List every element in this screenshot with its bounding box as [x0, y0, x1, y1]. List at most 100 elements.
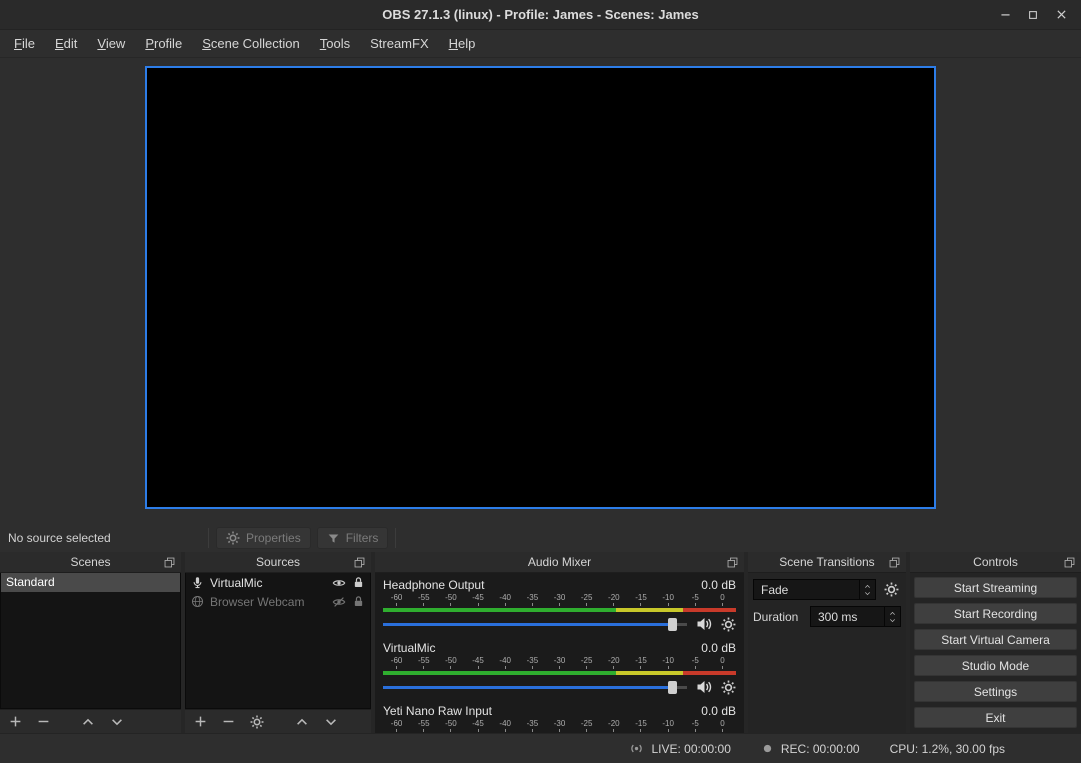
title-bar: OBS 27.1.3 (linux) - Profile: James - Sc…	[0, 0, 1081, 30]
transition-selected-value: Fade	[754, 580, 859, 599]
volume-slider-handle[interactable]	[668, 681, 677, 694]
duration-spinbox[interactable]: 300 ms	[810, 606, 901, 627]
menu-view[interactable]: View	[87, 30, 135, 57]
move-source-down-icon[interactable]	[324, 715, 338, 729]
close-button[interactable]	[1047, 0, 1075, 30]
toolbar-separator	[395, 528, 396, 548]
transition-settings-button[interactable]	[881, 582, 901, 597]
source-name: VirtualMic	[210, 576, 326, 590]
volume-slider[interactable]	[383, 680, 687, 695]
spinbox-arrows[interactable]	[884, 607, 900, 626]
meter-scale: -60-55-50-45-40-35-30-25-20-15-10-50	[383, 719, 736, 729]
meter-ticks	[383, 729, 736, 733]
gear-icon	[226, 531, 240, 545]
popout-icon[interactable]	[353, 556, 366, 569]
audio-mixer-panel: Audio Mixer Headphone Output 0.0 dB -60-…	[375, 552, 744, 733]
exit-button[interactable]: Exit	[914, 707, 1077, 728]
meter-scale: -60-55-50-45-40-35-30-25-20-15-10-50	[383, 656, 736, 666]
menu-file-label: File	[14, 36, 35, 51]
add-scene-icon[interactable]	[9, 715, 22, 728]
preview-canvas[interactable]	[145, 66, 936, 509]
chevron-up-icon	[888, 610, 897, 617]
chevron-down-icon	[888, 617, 897, 624]
menu-streamfx-label: StreamFX	[370, 36, 429, 51]
menu-scene-collection-label: Scene Collection	[202, 36, 300, 51]
menu-edit[interactable]: Edit	[45, 30, 87, 57]
menu-edit-label: Edit	[55, 36, 77, 51]
start-streaming-button[interactable]: Start Streaming	[914, 577, 1077, 598]
scenes-panel-title: Scenes	[70, 555, 110, 569]
sources-list: VirtualMic Browser Webcam	[185, 573, 371, 709]
add-source-icon[interactable]	[194, 715, 207, 728]
source-item-browser-webcam[interactable]: Browser Webcam	[186, 592, 370, 611]
menu-tools[interactable]: Tools	[310, 30, 360, 57]
mixer-channel-yeti-nano: Yeti Nano Raw Input 0.0 dB -60-55-50-45-…	[383, 699, 736, 733]
controls-panel: Controls Start Streaming Start Recording…	[910, 552, 1081, 733]
sources-panel: Sources VirtualMic Browser Webcam	[185, 552, 371, 733]
menu-file[interactable]: File	[4, 30, 45, 57]
status-bar: LIVE: 00:00:00 REC: 00:00:00 CPU: 1.2%, …	[0, 733, 1081, 763]
move-source-up-icon[interactable]	[295, 715, 309, 729]
sources-panel-title: Sources	[256, 555, 300, 569]
popout-icon[interactable]	[888, 556, 901, 569]
remove-scene-icon[interactable]	[37, 715, 50, 728]
rec-status: REC: 00:00:00	[761, 742, 860, 756]
volume-slider[interactable]	[383, 617, 687, 632]
chevron-down-icon	[863, 590, 872, 597]
scene-transitions-header: Scene Transitions	[748, 552, 906, 573]
popout-icon[interactable]	[163, 556, 176, 569]
settings-button[interactable]: Settings	[914, 681, 1077, 702]
popout-icon[interactable]	[1063, 556, 1076, 569]
visibility-eye-off-icon[interactable]	[332, 595, 346, 609]
mixer-channel-virtualmic: VirtualMic 0.0 dB -60-55-50-45-40-35-30-…	[383, 636, 736, 699]
duration-value: 300 ms	[811, 607, 884, 626]
move-scene-up-icon[interactable]	[81, 715, 95, 729]
source-toolbar: No source selected Properties Filters	[0, 524, 1081, 552]
volume-slider-handle[interactable]	[668, 618, 677, 631]
audio-mixer-header: Audio Mixer	[375, 552, 744, 573]
filters-button[interactable]: Filters	[317, 527, 389, 549]
toolbar-separator	[208, 528, 209, 548]
minimize-button[interactable]	[991, 0, 1019, 30]
maximize-button[interactable]	[1019, 0, 1047, 30]
properties-button-label: Properties	[246, 531, 301, 545]
transition-select[interactable]: Fade	[753, 579, 876, 600]
broadcast-icon	[629, 741, 644, 756]
audio-mixer-title: Audio Mixer	[528, 555, 591, 569]
lock-icon[interactable]	[352, 595, 365, 608]
live-status: LIVE: 00:00:00	[629, 741, 730, 756]
mute-speaker-icon[interactable]	[696, 616, 712, 632]
source-properties-gear-icon[interactable]	[250, 715, 264, 729]
scene-item-standard[interactable]: Standard	[1, 573, 180, 592]
mute-speaker-icon[interactable]	[696, 679, 712, 695]
popout-icon[interactable]	[726, 556, 739, 569]
scene-transitions-title: Scene Transitions	[779, 555, 874, 569]
move-scene-down-icon[interactable]	[110, 715, 124, 729]
menu-profile[interactable]: Profile	[135, 30, 192, 57]
source-item-virtualmic[interactable]: VirtualMic	[186, 573, 370, 592]
menu-tools-label: Tools	[320, 36, 350, 51]
start-virtual-camera-button[interactable]: Start Virtual Camera	[914, 629, 1077, 650]
properties-button[interactable]: Properties	[216, 527, 311, 549]
dock-area: Scenes Standard Sources VirtualMic	[0, 552, 1081, 733]
channel-settings-gear-icon[interactable]	[721, 617, 736, 632]
start-recording-button[interactable]: Start Recording	[914, 603, 1077, 624]
studio-mode-button[interactable]: Studio Mode	[914, 655, 1077, 676]
visibility-eye-icon[interactable]	[332, 576, 346, 590]
lock-icon[interactable]	[352, 576, 365, 589]
remove-source-icon[interactable]	[222, 715, 235, 728]
meter-ticks	[383, 666, 736, 670]
mixer-channel-headphone-output: Headphone Output 0.0 dB -60-55-50-45-40-…	[383, 573, 736, 636]
preview-area	[0, 58, 1081, 524]
menu-help-label: Help	[449, 36, 476, 51]
chevron-up-icon	[863, 583, 872, 590]
window-title: OBS 27.1.3 (linux) - Profile: James - Sc…	[382, 7, 698, 22]
combo-arrows[interactable]	[859, 580, 875, 599]
microphone-icon	[191, 576, 204, 589]
channel-settings-gear-icon[interactable]	[721, 680, 736, 695]
channel-level: 0.0 dB	[701, 641, 736, 656]
menu-scene-collection[interactable]: Scene Collection	[192, 30, 310, 57]
menu-help[interactable]: Help	[439, 30, 486, 57]
menu-streamfx[interactable]: StreamFX	[360, 30, 439, 57]
filters-button-label: Filters	[346, 531, 379, 545]
